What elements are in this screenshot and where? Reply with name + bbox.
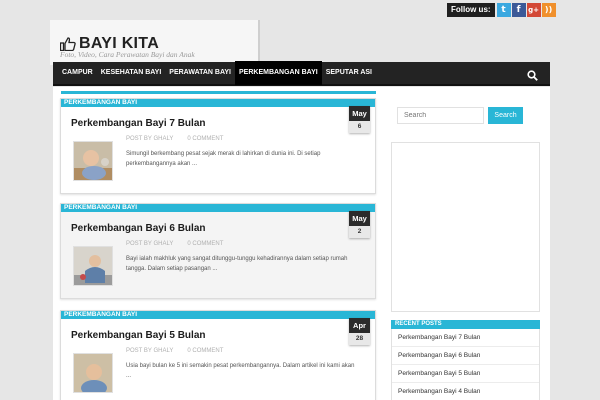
- post-category[interactable]: PERKEMBANGAN BAYI: [61, 99, 375, 107]
- post-date-badge: Apr 28: [349, 318, 370, 345]
- search-icon[interactable]: [527, 68, 538, 81]
- post-date-day: 6: [349, 121, 370, 133]
- site-tagline: Foto, Video, Cara Perawatan Bayi dan Ana…: [60, 50, 195, 59]
- post-comments[interactable]: 0 COMMENT: [187, 241, 223, 247]
- post-card: PERKEMBANGAN BAYI May 6 Perkembangan Bay…: [60, 98, 376, 194]
- sidebar-widget-empty: [391, 142, 540, 312]
- post-title[interactable]: Perkembangan Bayi 6 Bulan: [71, 223, 206, 234]
- post-card: PERKEMBANGAN BAYI Apr 28 Perkembangan Ba…: [60, 310, 376, 400]
- nav-item-kesehatan-bayi[interactable]: KESEHATAN BAYI: [97, 61, 166, 85]
- follow-label: Follow us:: [447, 2, 495, 17]
- post-date-day: 2: [349, 226, 370, 238]
- recent-post-item[interactable]: Perkembangan Bayi 6 Bulan: [392, 347, 539, 365]
- post-excerpt: Bayi ialah makhluk yang sangat ditunggu-…: [126, 256, 348, 272]
- post-author[interactable]: POST BY GHALY: [126, 348, 173, 354]
- recent-posts-list: Perkembangan Bayi 7 Bulan Perkembangan B…: [391, 329, 540, 400]
- post-date-month: Apr: [349, 318, 370, 333]
- post-author[interactable]: POST BY GHALY: [126, 136, 173, 142]
- nav-item-perawatan-bayi[interactable]: PERAWATAN BAYI: [165, 61, 235, 85]
- nav-item-perkembangan-bayi[interactable]: PERKEMBANGAN BAYI: [235, 61, 322, 85]
- post-thumbnail[interactable]: [73, 246, 113, 286]
- google-plus-icon[interactable]: g+: [526, 2, 541, 17]
- nav-item-campur[interactable]: CAMPUR: [58, 61, 97, 85]
- nav-item-seputar-asi[interactable]: SEPUTAR ASI: [322, 61, 376, 85]
- post-comments[interactable]: 0 COMMENT: [187, 348, 223, 354]
- post-excerpt: Usia bayi bulan ke 5 ini semakin pesat p…: [126, 363, 355, 379]
- thumbs-up-icon: [59, 37, 76, 52]
- follow-bar: Follow us: t f g+ )): [447, 1, 556, 18]
- recent-post-item[interactable]: Perkembangan Bayi 4 Bulan: [392, 383, 539, 400]
- post-thumbnail[interactable]: [73, 353, 113, 393]
- post-title[interactable]: Perkembangan Bayi 5 Bulan: [71, 330, 206, 341]
- sidebar-search-button[interactable]: Search: [488, 107, 523, 124]
- post-meta: POST BY GHALY 0 COMMENT: [126, 348, 237, 354]
- post-excerpt: Simungil berkembang pesat sejak merak di…: [126, 151, 321, 167]
- post-date-badge: May 2: [349, 211, 370, 238]
- post-category[interactable]: PERKEMBANGAN BAYI: [61, 311, 375, 319]
- recent-posts-heading: RECENT POSTS: [391, 320, 540, 329]
- post-meta: POST BY GHALY 0 COMMENT: [126, 136, 237, 142]
- post-thumbnail[interactable]: [73, 141, 113, 181]
- post-date-month: May: [349, 106, 370, 121]
- post-date-month: May: [349, 211, 370, 226]
- facebook-icon[interactable]: f: [511, 2, 526, 17]
- sidebar-search-input[interactable]: [397, 107, 484, 124]
- post-date-day: 28: [349, 333, 370, 345]
- recent-post-item[interactable]: Perkembangan Bayi 5 Bulan: [392, 365, 539, 383]
- post-date-badge: May 6: [349, 106, 370, 133]
- recent-post-item[interactable]: Perkembangan Bayi 7 Bulan: [392, 329, 539, 347]
- post-card: PERKEMBANGAN BAYI May 2 Perkembangan Bay…: [60, 203, 376, 299]
- post-comments[interactable]: 0 COMMENT: [187, 136, 223, 142]
- rss-icon[interactable]: )): [541, 2, 556, 17]
- main-nav: CAMPUR KESEHATAN BAYI PERAWATAN BAYI PER…: [53, 61, 550, 86]
- post-meta: POST BY GHALY 0 COMMENT: [126, 241, 237, 247]
- twitter-icon[interactable]: t: [496, 2, 511, 17]
- top-accent-strip: [61, 91, 376, 94]
- post-category[interactable]: PERKEMBANGAN BAYI: [61, 204, 375, 212]
- post-title[interactable]: Perkembangan Bayi 7 Bulan: [71, 118, 206, 129]
- post-author[interactable]: POST BY GHALY: [126, 241, 173, 247]
